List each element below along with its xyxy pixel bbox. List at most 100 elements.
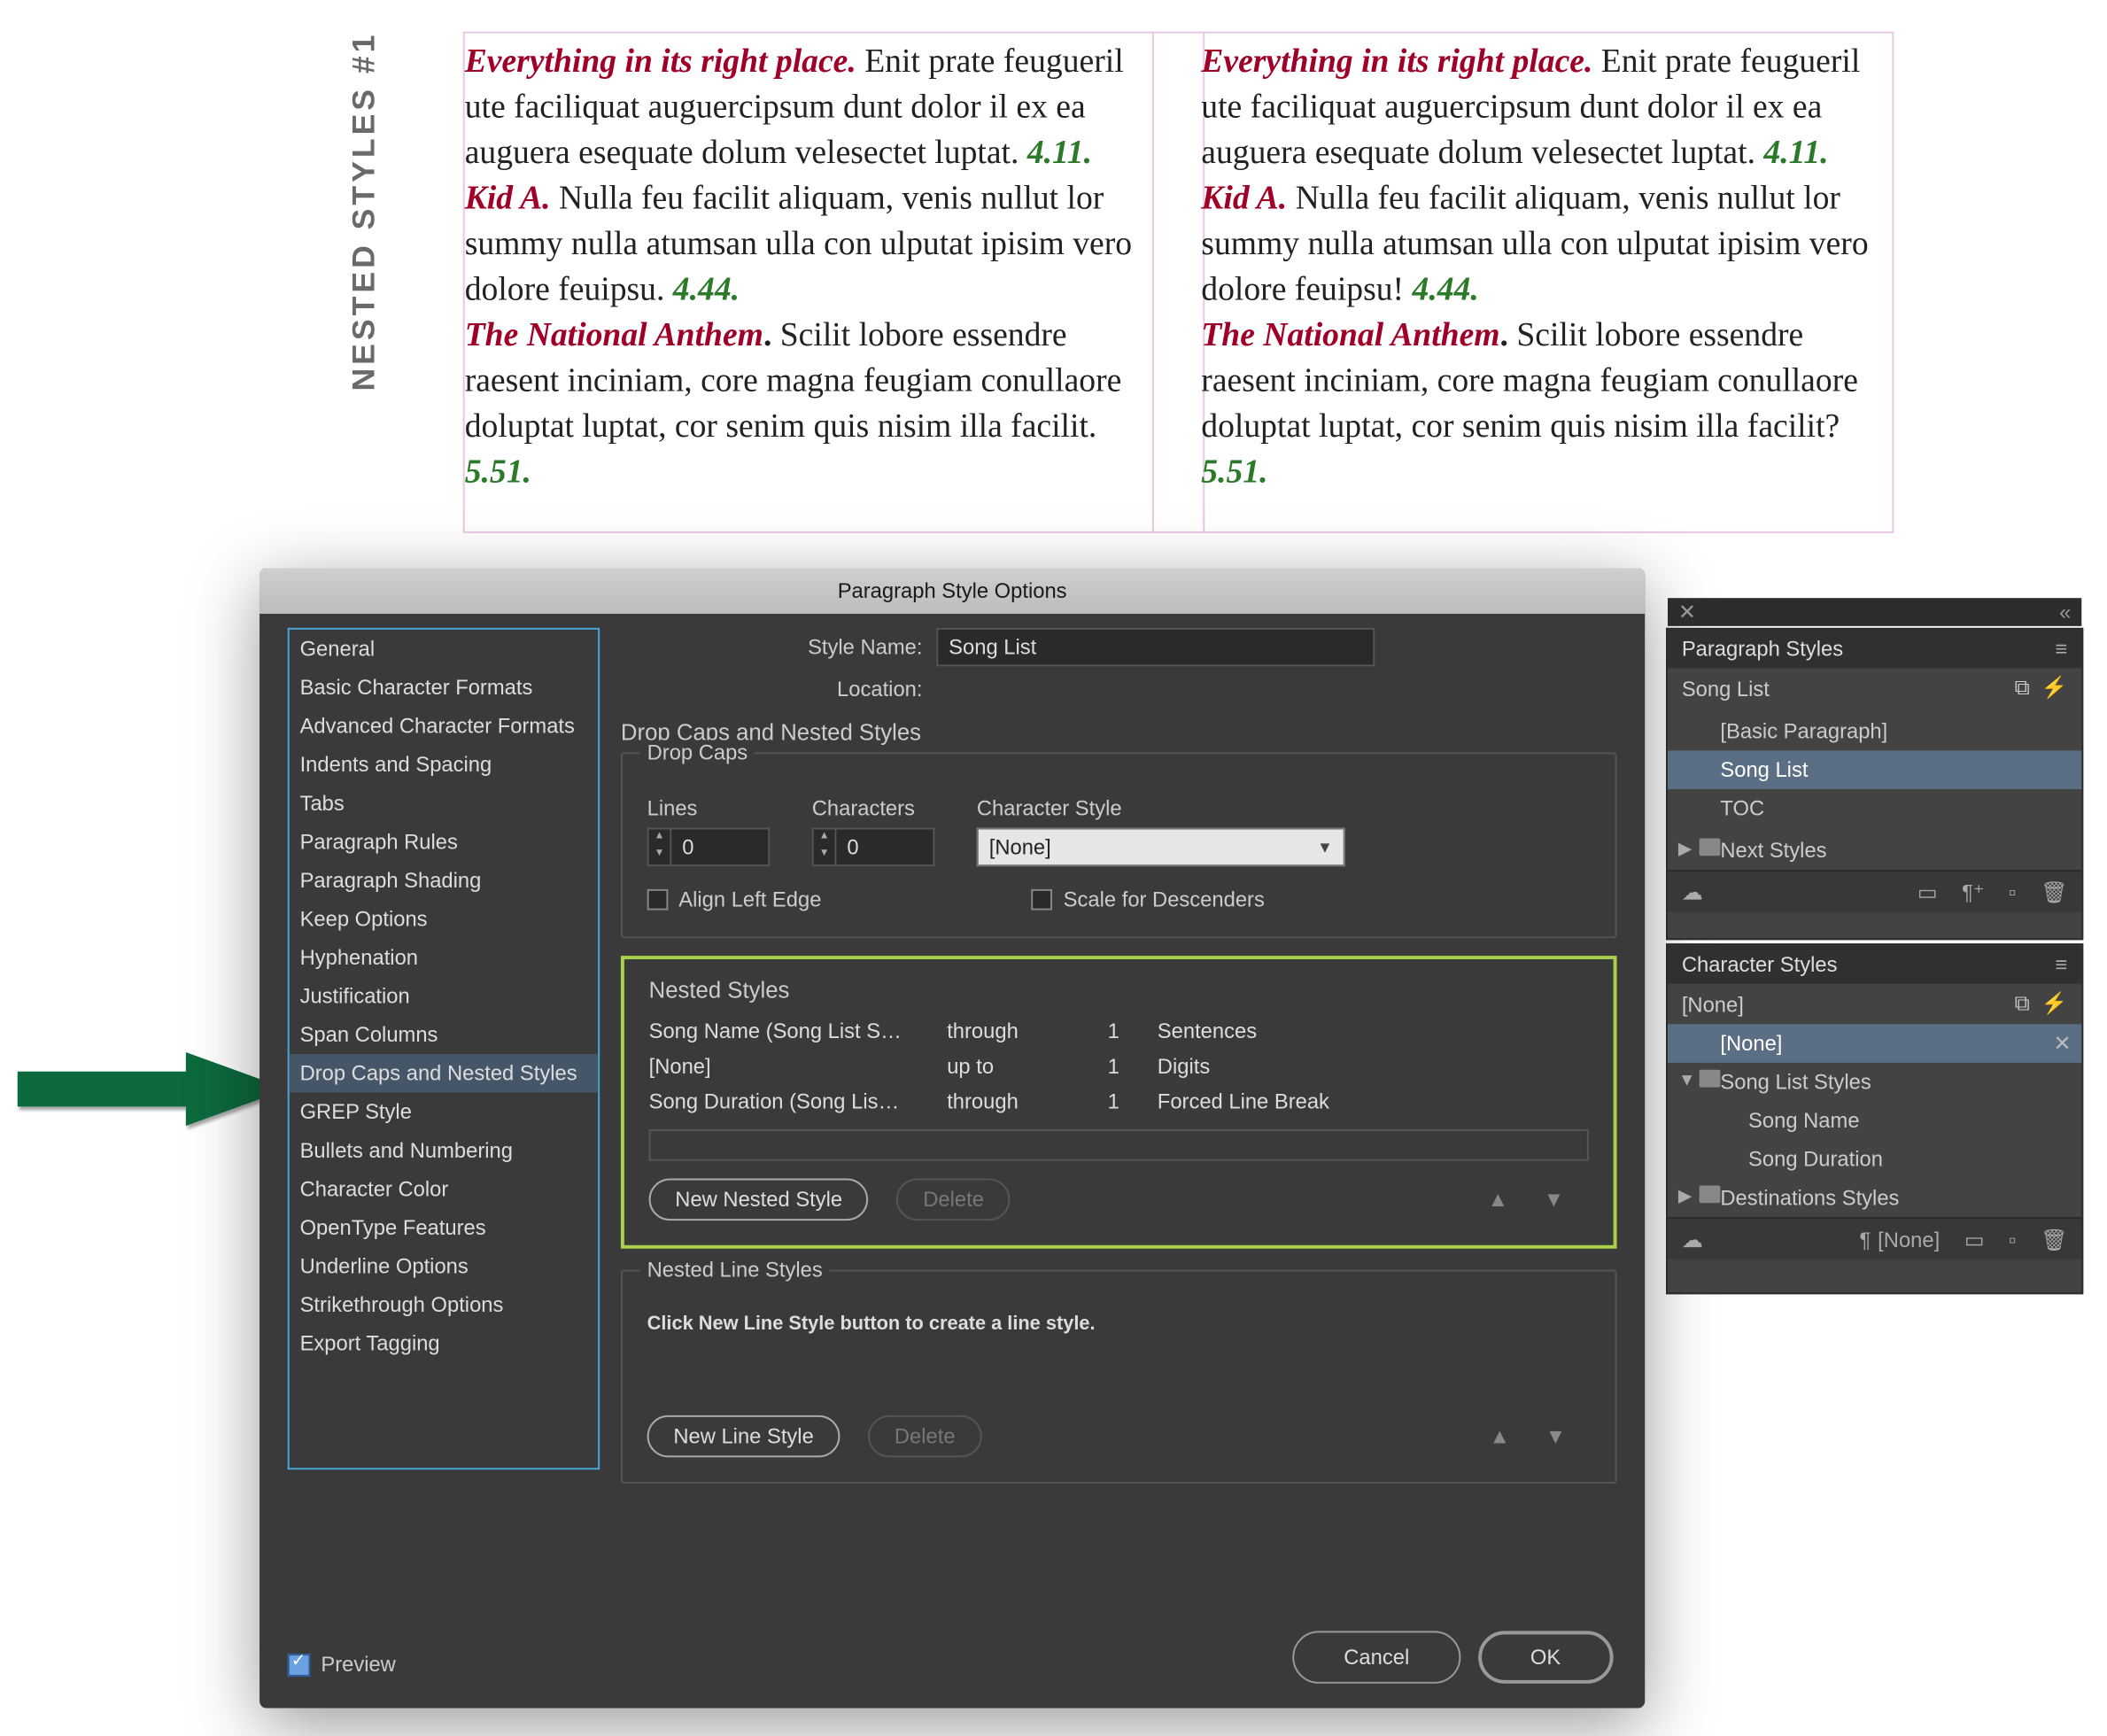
paragraph-style-item[interactable]: [Basic Paragraph] <box>1668 712 2081 751</box>
style-group-destinations[interactable]: ▶ Destinations Styles <box>1668 1179 2081 1218</box>
category-item[interactable]: Strikethrough Options <box>290 1285 598 1324</box>
new-line-style-button[interactable]: New Line Style <box>647 1415 840 1458</box>
category-item[interactable]: Span Columns <box>290 1015 598 1054</box>
chevron-up-icon[interactable]: ▲ <box>814 830 835 848</box>
character-style-item[interactable]: Song Duration <box>1668 1140 2081 1179</box>
cancel-button[interactable]: Cancel <box>1293 1631 1460 1683</box>
delete-nested-style-button[interactable]: Delete <box>897 1179 1011 1221</box>
category-item[interactable]: Drop Caps and Nested Styles <box>290 1054 598 1093</box>
footer-none-label: [None] <box>1878 1227 1940 1252</box>
ns-mode[interactable]: through <box>947 1089 1070 1114</box>
nested-style-row[interactable]: Song Duration (Song Lis… through 1 Forced L… <box>649 1084 1589 1120</box>
close-icon[interactable]: ✕ <box>1678 600 1696 624</box>
nested-style-row[interactable]: [None] up to 1 Digits <box>649 1049 1589 1084</box>
new-nested-style-button[interactable]: New Nested Style <box>649 1179 869 1221</box>
new-icon[interactable]: ▫ <box>2009 880 2016 904</box>
ns-style[interactable]: [None] <box>649 1054 930 1079</box>
lines-input[interactable] <box>671 828 770 867</box>
trash-icon[interactable]: 🗑 <box>2041 880 2067 904</box>
new-style-icon[interactable]: ⧉ <box>2015 675 2030 700</box>
new-style-icon[interactable]: ⧉ <box>2015 991 2030 1016</box>
nested-styles-table[interactable]: Song Name (Song List S… through 1 Sentences… <box>649 1013 1589 1119</box>
characters-stepper[interactable]: ▲▼ <box>812 828 935 867</box>
style-group-songlist[interactable]: ▼ Song List Styles <box>1668 1063 2081 1102</box>
paragraph-style-list[interactable]: [Basic Paragraph]Song ListTOC <box>1668 709 2081 832</box>
align-left-edge-checkbox[interactable]: Align Left Edge <box>647 887 822 912</box>
category-item[interactable]: Keep Options <box>290 900 598 939</box>
ns-count[interactable]: 1 <box>1088 1089 1140 1114</box>
cc-libraries-icon[interactable]: ☁ <box>1682 880 1703 904</box>
ns-unit[interactable]: Forced Line Break <box>1158 1089 1589 1114</box>
song-name-1: Everything in its right place. <box>465 44 856 81</box>
category-item[interactable]: Tabs <box>290 784 598 823</box>
footer-none[interactable]: [None] <box>1859 1227 1940 1252</box>
disclosure-right-icon[interactable]: ▶ <box>1678 840 1692 859</box>
current-style-row[interactable]: Song List ⧉ ⚡ <box>1668 668 2081 709</box>
lightning-icon[interactable]: ⚡ <box>2041 991 2068 1016</box>
chevron-up-icon[interactable]: ▲ <box>649 830 670 848</box>
ns-count[interactable]: 1 <box>1088 1019 1140 1043</box>
lightning-icon[interactable]: ⚡ <box>2041 675 2068 700</box>
paragraph-style-item[interactable]: TOC <box>1668 789 2081 828</box>
delete-line-style-button[interactable]: Delete <box>868 1415 981 1458</box>
move-up-icon[interactable]: ▲ <box>1489 1424 1510 1449</box>
category-item[interactable]: OpenType Features <box>290 1208 598 1247</box>
move-down-icon[interactable]: ▼ <box>1544 1187 1565 1212</box>
cc-libraries-icon[interactable]: ☁ <box>1682 1227 1703 1252</box>
nested-styles-editrow[interactable] <box>649 1129 1589 1161</box>
ns-style[interactable]: Song Name (Song List S… <box>649 1019 930 1043</box>
ns-count[interactable]: 1 <box>1088 1054 1140 1079</box>
disclosure-down-icon[interactable]: ▼ <box>1678 1072 1696 1091</box>
category-item[interactable]: Hyphenation <box>290 938 598 977</box>
ns-unit[interactable]: Digits <box>1158 1054 1589 1079</box>
text-column-2[interactable]: Everything in its right place. Enit prat… <box>1201 34 1895 504</box>
trash-icon[interactable]: 🗑 <box>2041 1227 2067 1252</box>
clear-overrides-icon[interactable]: ¶⁺ <box>1962 880 1984 904</box>
folder-icon[interactable]: ▭ <box>1964 1227 1984 1252</box>
chevron-down-icon[interactable]: ▼ <box>814 847 835 864</box>
ok-button[interactable]: OK <box>1477 1631 1613 1683</box>
category-item[interactable]: General <box>290 630 598 669</box>
new-icon[interactable]: ▫ <box>2009 1227 2016 1252</box>
move-down-icon[interactable]: ▼ <box>1545 1424 1567 1449</box>
category-item[interactable]: Justification <box>290 977 598 1016</box>
override-icon[interactable]: ✕ <box>2053 1031 2071 1056</box>
category-item[interactable]: Export Tagging <box>290 1324 598 1363</box>
panel-menu-icon[interactable]: ≡ <box>2056 637 2068 662</box>
lines-stepper[interactable]: ▲▼ <box>647 828 771 867</box>
current-style-row[interactable]: [None] ⧉ ⚡ <box>1668 984 2081 1025</box>
group-label: Next Styles <box>1720 838 1826 863</box>
style-group-next[interactable]: ▶ Next Styles <box>1668 832 2081 871</box>
category-item[interactable]: Basic Character Formats <box>290 668 598 707</box>
style-item-none[interactable]: [None] ✕ <box>1668 1024 2081 1063</box>
character-style-select[interactable]: [None] ▼ <box>977 828 1345 867</box>
ns-unit[interactable]: Sentences <box>1158 1019 1589 1043</box>
category-item[interactable]: Bullets and Numbering <box>290 1131 598 1170</box>
ns-mode[interactable]: up to <box>947 1054 1070 1079</box>
ns-mode[interactable]: through <box>947 1019 1070 1043</box>
disclosure-right-icon[interactable]: ▶ <box>1678 1187 1692 1206</box>
style-name-input[interactable] <box>936 628 1375 667</box>
category-item[interactable]: Indents and Spacing <box>290 746 598 785</box>
paragraph-style-item[interactable]: Song List <box>1668 750 2081 789</box>
dialog-category-list[interactable]: GeneralBasic Character FormatsAdvanced C… <box>288 628 600 1469</box>
category-item[interactable]: Underline Options <box>290 1247 598 1286</box>
panel-menu-icon[interactable]: ≡ <box>2056 952 2068 977</box>
text-column-1[interactable]: Everything in its right place. Enit prat… <box>465 34 1159 504</box>
category-item[interactable]: GREP Style <box>290 1093 598 1132</box>
characters-input[interactable] <box>836 828 934 867</box>
move-up-icon[interactable]: ▲ <box>1487 1187 1508 1212</box>
collapse-icon[interactable]: « <box>2059 600 2071 624</box>
category-item[interactable]: Paragraph Shading <box>290 861 598 900</box>
category-item[interactable]: Character Color <box>290 1170 598 1209</box>
category-item[interactable]: Paragraph Rules <box>290 823 598 862</box>
chevron-down-icon[interactable]: ▼ <box>649 847 670 864</box>
character-style-item[interactable]: Song Name <box>1668 1101 2081 1140</box>
preview-checkbox[interactable]: Preview <box>288 1652 396 1677</box>
folder-icon[interactable]: ▭ <box>1917 880 1937 904</box>
nested-style-row[interactable]: Song Name (Song List S… through 1 Sentences <box>649 1013 1589 1049</box>
category-item[interactable]: Advanced Character Formats <box>290 707 598 746</box>
scale-descenders-checkbox[interactable]: Scale for Descenders <box>1032 887 1265 912</box>
ns-style[interactable]: Song Duration (Song Lis… <box>649 1089 930 1114</box>
folder-icon <box>1700 1070 1721 1088</box>
